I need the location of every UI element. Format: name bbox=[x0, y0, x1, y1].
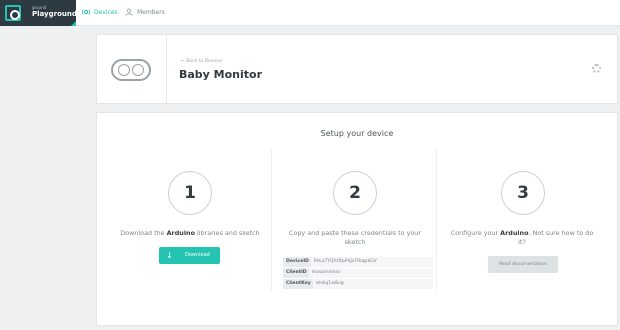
credential-row[interactable]: DeviceID PeLz7YQhOtpPdjxITbqpkGV bbox=[283, 257, 433, 267]
credential-value: atskq1w8ug bbox=[315, 281, 344, 286]
column-divider bbox=[271, 149, 272, 291]
arduino-infinity-icon bbox=[111, 59, 151, 81]
logo-icon bbox=[5, 5, 21, 21]
user-icon bbox=[125, 8, 133, 16]
credential-value: mosammino bbox=[311, 270, 341, 275]
device-header-card: ← Back to Devices Baby Monitor bbox=[96, 34, 618, 104]
step-2-text: Copy and paste these credentials to your… bbox=[289, 229, 421, 246]
nav-devices[interactable]: Devices bbox=[82, 8, 118, 16]
step-3-badge: 3 bbox=[501, 171, 545, 215]
step-1-badge: 1 bbox=[168, 171, 212, 215]
step-3-text: Configure your Arduino. Not sure how to … bbox=[450, 229, 594, 246]
column-divider bbox=[436, 149, 437, 291]
step-2-badge: 2 bbox=[333, 171, 377, 215]
logo-corner-marker bbox=[71, 21, 76, 26]
app-logo[interactable]: ground Playground bbox=[0, 0, 77, 26]
credential-key: DeviceID bbox=[283, 257, 311, 267]
gear-icon[interactable] bbox=[592, 64, 601, 73]
nav-members-label: Members bbox=[137, 8, 165, 16]
nav-members[interactable]: Members bbox=[125, 8, 165, 16]
setup-card: Setup your device 1 Download the Arduino… bbox=[96, 112, 618, 326]
divider bbox=[166, 35, 167, 103]
top-bar: ground Playground Devices Members bbox=[0, 0, 620, 26]
download-button-label: Download bbox=[185, 252, 210, 258]
nav-devices-label: Devices bbox=[94, 8, 118, 16]
credential-value: PeLz7YQhOtpPdjxITbqpkGV bbox=[313, 259, 377, 264]
credential-row[interactable]: ClientKey atskq1w8ug bbox=[283, 279, 433, 289]
download-button[interactable]: ↓ Download bbox=[159, 247, 220, 264]
device-title: Baby Monitor bbox=[179, 68, 263, 81]
credential-key: ClientKey bbox=[283, 279, 313, 289]
logo-title: Playground bbox=[32, 10, 77, 18]
step-1-text: Download the Arduino libraries and sketc… bbox=[120, 229, 260, 237]
setup-title: Setup your device bbox=[320, 129, 394, 138]
back-to-devices-link[interactable]: ← Back to Devices bbox=[181, 59, 222, 64]
download-arrow-icon: ↓ bbox=[166, 251, 173, 260]
devices-icon bbox=[82, 9, 90, 15]
credential-row[interactable]: ClientID mosammino bbox=[283, 268, 433, 278]
read-documentation-button[interactable]: Read documentation bbox=[488, 256, 558, 273]
credential-key: ClientID bbox=[283, 268, 309, 278]
